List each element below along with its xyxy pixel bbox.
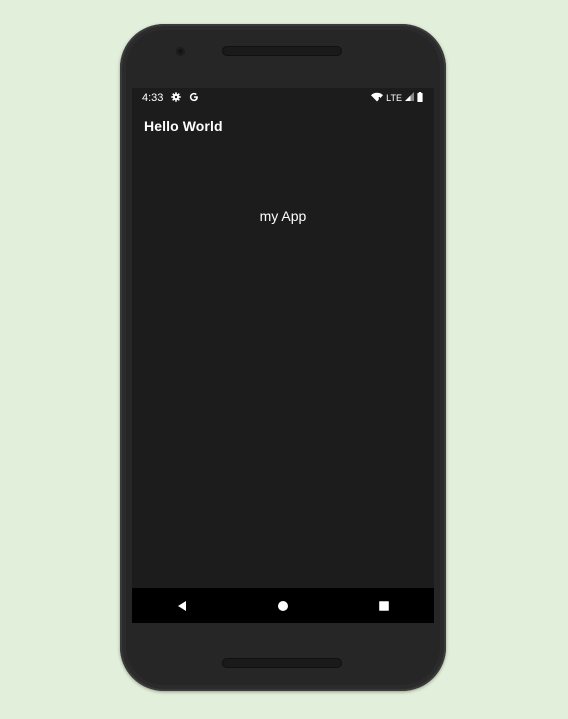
phone-frame: 4:33 LTE Hello World my App <box>120 24 446 691</box>
signal-icon <box>405 92 414 104</box>
navigation-bar <box>132 588 434 623</box>
status-right-icons: LTE <box>371 91 423 105</box>
status-bar: 4:33 LTE <box>132 88 434 108</box>
phone-screen: 4:33 LTE Hello World my App <box>132 88 434 623</box>
top-speaker <box>222 46 342 56</box>
app-content-text: my App <box>259 208 307 224</box>
battery-icon <box>417 91 423 105</box>
wifi-icon <box>371 92 384 105</box>
recents-icon <box>378 600 389 611</box>
network-type-label: LTE <box>386 93 402 103</box>
back-button[interactable] <box>162 591 202 621</box>
back-icon <box>178 600 187 611</box>
google-icon <box>189 92 199 105</box>
front-camera <box>176 47 185 56</box>
home-icon <box>277 600 288 611</box>
gear-icon <box>171 91 182 105</box>
bottom-speaker <box>222 658 342 668</box>
status-time: 4:33 <box>142 92 164 104</box>
home-button[interactable] <box>263 591 303 621</box>
recents-button[interactable] <box>364 591 404 621</box>
app-title: Hello World <box>144 118 223 134</box>
